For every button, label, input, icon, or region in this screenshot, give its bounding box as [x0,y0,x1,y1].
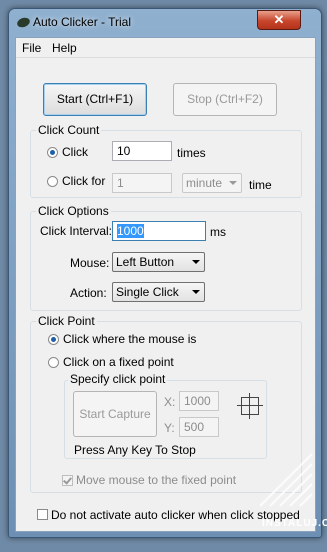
stop-button[interactable]: Stop (Ctrl+F2) [173,83,277,116]
time-label: time [249,178,272,192]
mouse-label: Mouse: [70,256,110,270]
click-fixed-point-radio[interactable] [48,357,59,368]
do-not-activate-checkbox[interactable] [37,509,48,520]
click-options-label: Click Options [36,204,111,218]
watermark-logo [259,453,313,507]
x-label: X: [164,395,176,409]
watermark-text: INSTALUJ.CZ [262,518,327,529]
move-mouse-checkbox[interactable] [62,475,73,486]
interval-value: 1000 [117,224,144,238]
action-label: Action: [70,286,107,300]
app-icon [15,16,32,29]
start-button[interactable]: Start (Ctrl+F1) [43,83,147,116]
interval-label: Click Interval: [40,224,113,238]
click-label: Click [62,145,88,159]
action-select[interactable]: Single Click [112,282,205,302]
click-fixed-point-label: Click on a fixed point [63,355,174,369]
menu-file[interactable]: File [22,41,41,55]
start-capture-button[interactable]: Start Capture [73,391,157,437]
y-coordinate-input[interactable]: 500 [179,417,219,437]
click-where-mouse-label: Click where the mouse is [63,332,197,346]
chevron-down-icon [192,290,200,294]
click-radio[interactable] [47,147,58,158]
click-for-input[interactable]: 1 [112,173,172,193]
click-where-mouse-radio[interactable] [48,334,59,345]
time-unit-value: minute [186,176,223,190]
close-icon: ✕ [273,12,285,27]
menu-help[interactable]: Help [52,41,77,55]
press-key-stop-label: Press Any Key To Stop [74,443,196,457]
window-title: Auto Clicker - Trial [33,15,132,29]
action-value: Single Click [116,285,179,299]
crosshair-icon[interactable] [237,393,263,419]
click-point-label: Click Point [36,314,97,328]
click-for-label: Click for [62,174,106,188]
interval-input[interactable]: 1000 [112,221,206,241]
y-label: Y: [164,421,175,435]
click-count-input[interactable]: 10 [112,141,172,161]
close-button[interactable]: ✕ [257,10,301,30]
move-mouse-label: Move mouse to the fixed point [76,473,237,487]
chevron-down-icon [229,181,237,185]
click-for-radio[interactable] [47,176,58,187]
times-label: times [177,146,206,160]
mouse-button-value: Left Button [116,255,175,269]
mouse-button-select[interactable]: Left Button [112,252,205,272]
chevron-down-icon [192,260,200,264]
menu-bar: File Help [16,38,315,58]
x-coordinate-input[interactable]: 1000 [179,391,219,411]
click-count-label: Click Count [36,123,102,137]
ms-label: ms [210,225,226,239]
specify-point-label: Specify click point [68,372,168,386]
time-unit-select[interactable]: minute [182,173,242,193]
